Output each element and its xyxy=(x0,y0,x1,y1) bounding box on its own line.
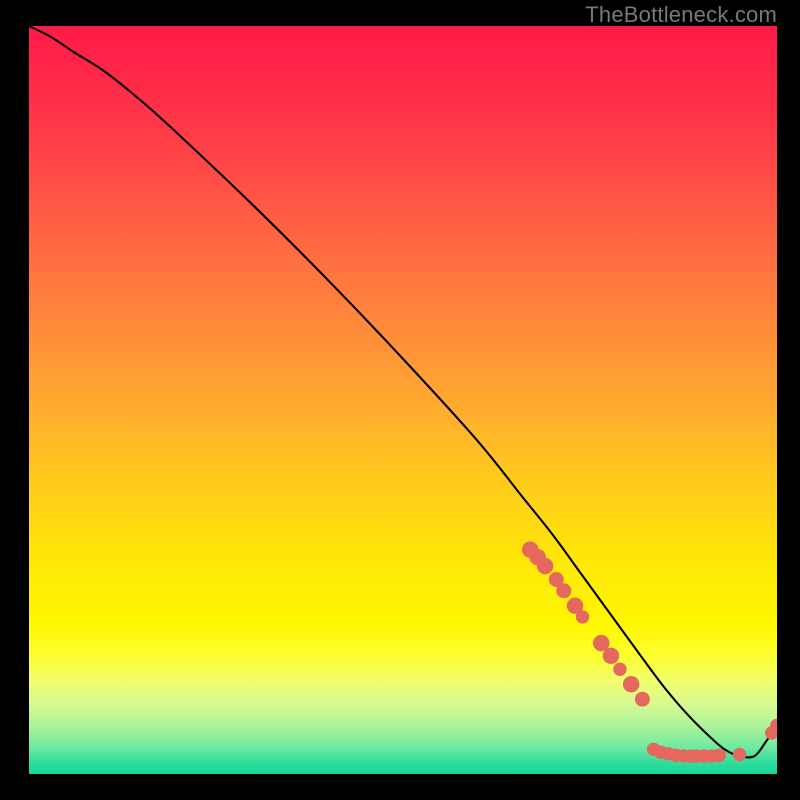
watermark-text: TheBottleneck.com xyxy=(585,2,777,28)
plot-area xyxy=(29,26,777,774)
marker-dot xyxy=(635,692,650,707)
curve-layer xyxy=(29,26,777,774)
marker-dot xyxy=(576,610,589,623)
marker-dot xyxy=(537,558,553,574)
marker-dot xyxy=(623,676,639,692)
marker-dot xyxy=(733,748,746,761)
marker-dot xyxy=(713,749,726,762)
figure-root: TheBottleneck.com xyxy=(0,0,800,800)
bottleneck-curve xyxy=(29,26,777,757)
curve-markers xyxy=(522,541,777,762)
marker-dot xyxy=(613,663,626,676)
marker-dot xyxy=(603,648,619,664)
marker-dot xyxy=(556,583,571,598)
